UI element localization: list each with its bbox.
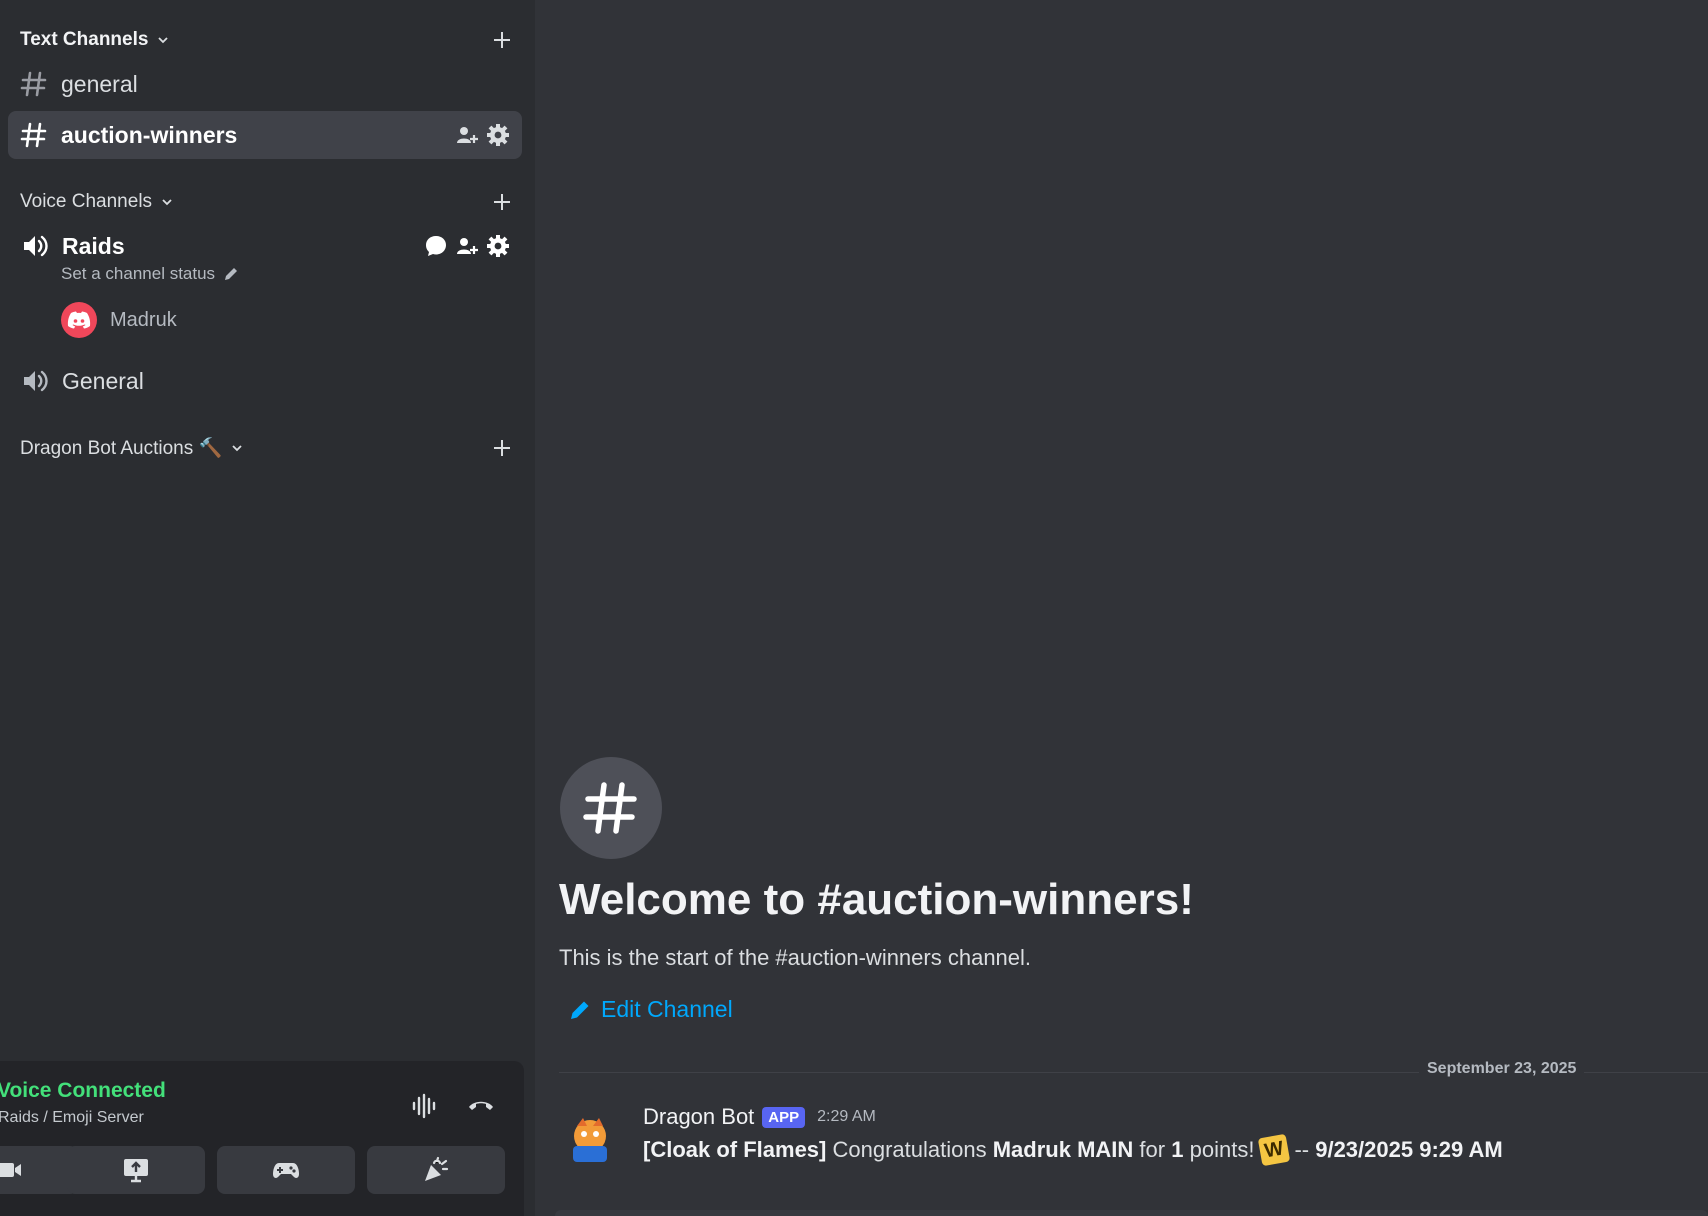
speaker-icon — [24, 370, 48, 392]
message-text: for — [1139, 1137, 1166, 1162]
invite-member-icon[interactable] — [455, 234, 479, 258]
voice-member-madruk[interactable]: Madruk — [61, 302, 177, 338]
chat-bubble-icon[interactable] — [424, 234, 448, 258]
create-channel-button[interactable] — [491, 437, 513, 459]
w-emoji-icon: W — [1258, 1133, 1291, 1167]
message-composer-edge — [555, 1210, 1708, 1216]
hashtag-icon — [583, 782, 637, 834]
category-voice-channels[interactable]: Voice Channels — [20, 188, 513, 216]
category-dragon-bot-auctions[interactable]: Dragon Bot Auctions 🔨 — [20, 434, 513, 462]
soundboard-button[interactable] — [367, 1146, 505, 1194]
invite-member-icon[interactable] — [455, 123, 479, 147]
category-label: Dragon Bot Auctions 🔨 — [20, 438, 223, 459]
category-text-channels[interactable]: Text Channels — [20, 26, 513, 54]
channel-auction-winners[interactable]: auction-winners — [8, 111, 522, 159]
create-channel-button[interactable] — [491, 29, 513, 51]
noise-suppression-icon[interactable] — [410, 1091, 440, 1121]
message-content: [Cloak of Flames] Congratulations Madruk… — [643, 1133, 1503, 1167]
message-author[interactable]: Dragon Bot — [643, 1104, 754, 1130]
gear-icon[interactable] — [486, 234, 510, 258]
voice-channel-raids[interactable]: Raids — [8, 224, 522, 268]
channel-name: general — [61, 70, 138, 97]
disconnect-icon[interactable] — [466, 1091, 496, 1121]
channel-name: auction-winners — [61, 121, 238, 148]
gamepad-icon — [273, 1163, 299, 1178]
create-channel-button[interactable] — [491, 191, 513, 213]
set-channel-status[interactable]: Set a channel status — [61, 264, 239, 284]
channel-name: Raids — [62, 232, 125, 259]
channel-general[interactable]: general — [8, 60, 522, 108]
screen-share-icon — [124, 1159, 148, 1183]
plus-icon — [494, 32, 510, 48]
welcome-title: Welcome to #auction-winners! — [559, 875, 1194, 924]
voice-connected-panel: Voice Connected Raids / Emoji Server — [0, 1061, 524, 1216]
message[interactable]: Dragon Bot APP 2:29 AM [Cloak of Flames]… — [559, 1100, 1708, 1190]
screen-share-button[interactable] — [67, 1146, 205, 1194]
message-text: points! — [1189, 1137, 1255, 1162]
winner-name: Madruk MAIN — [992, 1137, 1134, 1162]
category-label: Voice Channels — [20, 191, 153, 212]
message-text: Congratulations — [832, 1137, 987, 1162]
gear-icon[interactable] — [486, 123, 510, 147]
camera-icon — [0, 1163, 21, 1177]
status-prompt: Set a channel status — [61, 264, 216, 283]
edit-channel-button[interactable]: Edit Channel — [569, 996, 733, 1023]
channel-welcome-icon — [560, 757, 662, 859]
hashtag-icon — [20, 122, 47, 148]
points-value: 1 — [1171, 1137, 1184, 1162]
dragon-bot-avatar[interactable] — [559, 1108, 621, 1170]
chevron-down-icon — [158, 37, 169, 44]
pencil-icon — [225, 268, 238, 280]
speaker-icon — [24, 235, 48, 257]
channel-main: Welcome to #auction-winners! This is the… — [535, 0, 1708, 1216]
pencil-icon — [571, 1001, 589, 1019]
chevron-down-icon — [162, 199, 172, 206]
plus-icon — [494, 194, 510, 210]
plus-icon — [494, 440, 510, 456]
category-label: Text Channels — [20, 29, 149, 50]
member-name: Madruk — [110, 308, 177, 331]
hashtag-icon — [20, 71, 47, 97]
auction-datetime: 9/23/2025 9:29 AM — [1315, 1137, 1503, 1162]
item-name: [Cloak of Flames] — [643, 1137, 827, 1162]
discord-logo-icon — [67, 311, 91, 329]
channel-sidebar: Text Channels general auction-winners Vo… — [0, 0, 535, 1216]
chevron-down-icon — [232, 445, 242, 452]
app-badge: APP — [762, 1106, 806, 1128]
activities-button[interactable] — [217, 1146, 355, 1194]
date-divider-label: September 23, 2025 — [1419, 1060, 1585, 1078]
soundboard-icon — [425, 1156, 449, 1181]
edit-channel-label: Edit Channel — [601, 996, 733, 1022]
channel-name: General — [62, 367, 144, 394]
voice-channel-general[interactable]: General — [8, 359, 522, 403]
message-timestamp[interactable]: 2:29 AM — [817, 1108, 876, 1126]
welcome-subtitle: This is the start of the #auction-winner… — [559, 945, 1032, 970]
avatar — [61, 302, 97, 338]
message-text: -- — [1294, 1137, 1310, 1162]
voice-connection-location[interactable]: Raids / Emoji Server — [0, 1109, 144, 1127]
voice-connected-status[interactable]: Voice Connected — [0, 1079, 166, 1103]
